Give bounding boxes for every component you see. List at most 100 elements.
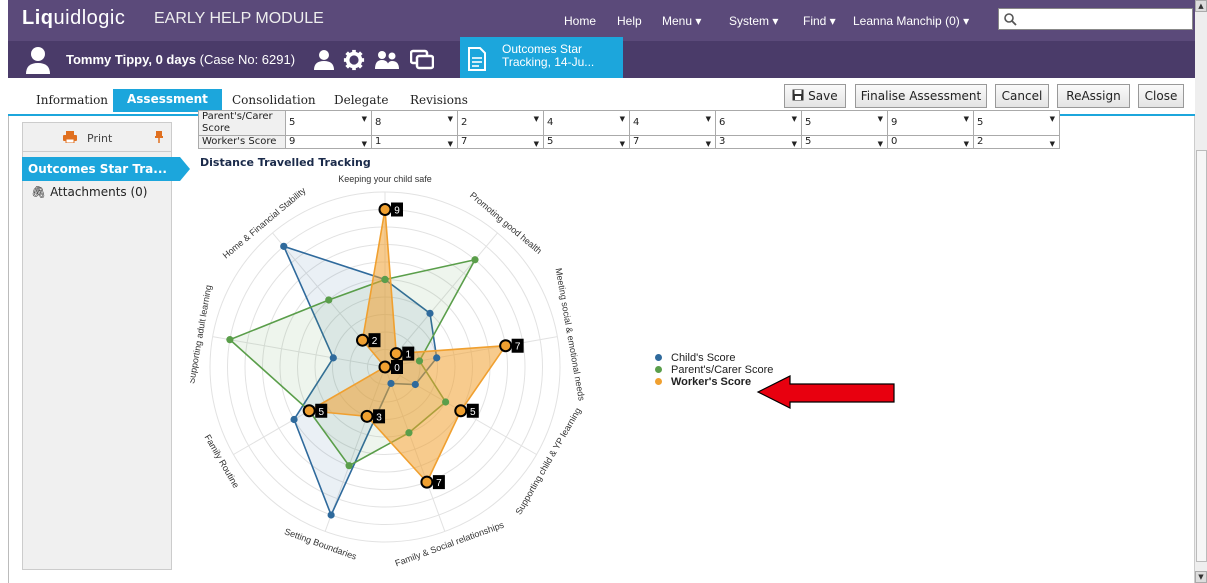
finalise-assessment-button[interactable]: Finalise Assessment	[855, 84, 987, 108]
point-label: 5	[318, 407, 324, 418]
nav-outcomes-star[interactable]: Outcomes Star Tra...	[22, 157, 190, 181]
point-label: 3	[376, 412, 382, 423]
data-point	[405, 429, 413, 437]
data-point	[433, 354, 441, 362]
data-point	[387, 379, 395, 388]
data-point	[411, 380, 419, 389]
axis-label: Keeping your child safe	[338, 174, 432, 184]
point-label: 9	[394, 206, 400, 217]
case-bar: Tommy Tippy, 0 days (Case No: 6291) Outc…	[8, 37, 1195, 78]
score-select[interactable]: 4 ▼	[629, 110, 716, 136]
axis-label: Family Routine	[202, 433, 241, 490]
vertical-scrollbar[interactable]: ▲ ▼	[1194, 0, 1207, 583]
score-row-label: Worker's Score	[198, 135, 286, 149]
nav-system[interactable]: System ▾	[729, 14, 778, 28]
cancel-button[interactable]: Cancel	[995, 84, 1049, 108]
data-point	[345, 462, 353, 470]
scroll-thumb[interactable]	[1196, 150, 1207, 562]
point-label: 7	[515, 342, 521, 353]
score-select[interactable]: 7 ▼	[629, 135, 716, 149]
score-select[interactable]: 7 ▼	[457, 135, 544, 149]
point-label-marker	[378, 360, 392, 374]
score-select[interactable]: 5 ▼	[973, 110, 1060, 136]
app-logo[interactable]: Liquidlogic	[22, 7, 125, 30]
score-select[interactable]: 5 ▼	[543, 135, 630, 149]
score-select[interactable]: 5 ▼	[801, 135, 888, 149]
nav-user-menu[interactable]: Leanna Manchip (0) ▾	[853, 14, 969, 28]
close-button[interactable]: Close	[1138, 84, 1184, 108]
score-row: Parent's/Carer Score 5 ▼ 8 ▼ 2 ▼ 4 ▼ 4 ▼ 6 ▼ 5 ▼ 9 ▼ 5 ▼	[198, 110, 1060, 136]
point-label-marker	[420, 475, 434, 489]
chat-icon[interactable]	[410, 49, 434, 71]
legend-item[interactable]: Child's Score	[655, 352, 773, 364]
legend-dot	[655, 378, 662, 385]
score-select[interactable]: 2 ▼	[457, 110, 544, 136]
score-select[interactable]: 3 ▼	[715, 135, 802, 149]
section-title: Distance Travelled Tracking	[200, 156, 371, 169]
score-select[interactable]: 8 ▼	[371, 110, 458, 136]
nav-home[interactable]: Home	[564, 14, 596, 28]
axis-label: Setting Boundaries	[283, 526, 358, 562]
search-icon	[1004, 13, 1017, 26]
score-select[interactable]: 9 ▼	[285, 135, 372, 149]
tab-assessment[interactable]: Assessment	[113, 89, 222, 112]
score-select[interactable]: 0 ▼	[887, 135, 974, 149]
score-row: Worker's Score 9 ▼ 1 ▼ 7 ▼ 5 ▼ 7 ▼ 3 ▼ 5 ▼ 0 ▼ 2 ▼	[198, 135, 1060, 149]
pin-icon[interactable]	[155, 131, 163, 143]
scroll-down-icon[interactable]: ▼	[1195, 571, 1207, 583]
nav-menu[interactable]: Menu ▾	[662, 14, 701, 28]
nav-attachments[interactable]: 🖇 Attachments (0)	[31, 185, 147, 199]
person-icon	[26, 47, 50, 74]
tab-delegate[interactable]: Delegate	[334, 93, 388, 107]
point-label: 0	[394, 363, 400, 374]
nav-help[interactable]: Help	[617, 14, 642, 28]
axis-label: Supporting child & YP learning	[513, 406, 583, 516]
print-label: Print	[87, 132, 113, 145]
gear-icon[interactable]	[342, 49, 366, 71]
data-point	[415, 357, 424, 365]
point-label-marker	[454, 404, 468, 418]
data-point	[426, 309, 434, 317]
person-icon[interactable]	[312, 49, 336, 71]
reassign-button[interactable]: ReAssign	[1057, 84, 1130, 108]
nav-find[interactable]: Find ▾	[803, 14, 836, 28]
tab-information[interactable]: Information	[36, 93, 108, 107]
score-select[interactable]: 5 ▼	[801, 110, 888, 136]
data-point	[280, 242, 288, 250]
radar-chart: 9 1 7 5 7 3 5 0 2 Keeping your child safe Promotin…	[190, 174, 587, 568]
legend-dot	[655, 366, 662, 373]
point-label-marker	[389, 347, 403, 361]
printer-icon	[63, 131, 77, 143]
save-button[interactable]: Save	[784, 84, 846, 108]
point-label: 5	[470, 407, 476, 418]
group-icon[interactable]	[374, 49, 400, 71]
score-select[interactable]: 9 ▼	[887, 110, 974, 136]
point-label: 1	[405, 350, 411, 361]
top-bar: Liquidlogic EARLY HELP MODULE Home Help …	[8, 0, 1195, 41]
legend-label: Worker's Score	[671, 376, 752, 388]
tab-revisions[interactable]: Revisions	[410, 93, 468, 107]
search-input[interactable]	[998, 8, 1193, 30]
data-point	[381, 275, 389, 284]
axis-label: Meeting social & emotional needs	[554, 267, 587, 402]
red-arrow-annotation	[756, 375, 895, 409]
tab-consolidation[interactable]: Consolidation	[232, 93, 316, 107]
point-label-marker	[356, 333, 370, 347]
document-icon	[468, 47, 486, 71]
legend-dot	[655, 354, 662, 361]
legend-label: Child's Score	[671, 352, 736, 364]
left-panel: Print Outcomes Star Tra... 🖇 Attachments…	[22, 122, 190, 570]
score-select[interactable]: 4 ▼	[543, 110, 630, 136]
score-select[interactable]: 2 ▼	[973, 135, 1060, 149]
data-point	[442, 398, 450, 406]
score-select[interactable]: 5 ▼	[285, 110, 372, 136]
score-select[interactable]: 1 ▼	[371, 135, 458, 149]
data-point	[290, 415, 298, 424]
scroll-up-icon[interactable]: ▲	[1195, 0, 1207, 12]
open-assessment-tab[interactable]: Outcomes Star Tracking, 14-Ju...	[460, 37, 623, 78]
save-icon	[792, 89, 804, 101]
score-select[interactable]: 6 ▼	[715, 110, 802, 136]
data-point	[226, 336, 234, 344]
data-point	[329, 354, 337, 362]
print-button[interactable]: Print	[23, 123, 171, 152]
